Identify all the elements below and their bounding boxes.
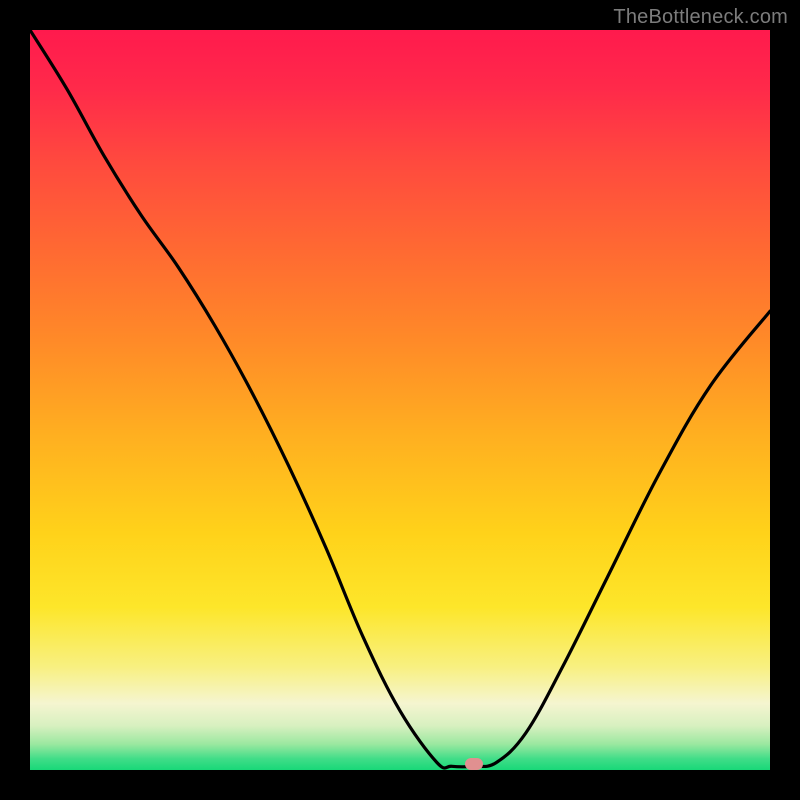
optimal-marker bbox=[465, 758, 483, 770]
plot-area bbox=[30, 30, 770, 770]
chart-frame: TheBottleneck.com bbox=[0, 0, 800, 800]
bottleneck-curve bbox=[30, 30, 770, 770]
watermark-text: TheBottleneck.com bbox=[613, 6, 788, 29]
